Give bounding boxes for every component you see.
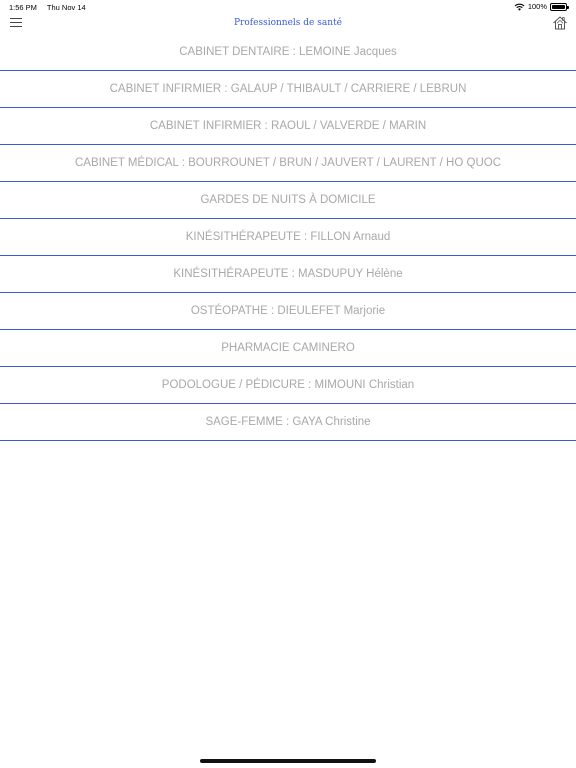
status-left: 1:56 PM Thu Nov 14 xyxy=(9,3,94,12)
list-item[interactable]: SAGE-FEMME : GAYA Christine xyxy=(0,404,576,441)
list-item[interactable]: CABINET MÉDICAL : BOURROUNET / BRUN / JA… xyxy=(0,145,576,182)
list-item[interactable]: PHARMACIE CAMINERO xyxy=(0,330,576,367)
list-item[interactable]: CABINET DENTAIRE : LEMOINE Jacques xyxy=(0,34,576,71)
list-item[interactable]: KINÉSITHÉRAPEUTE : FILLON Arnaud xyxy=(0,219,576,256)
list-item[interactable]: KINÉSITHÉRAPEUTE : MASDUPUY Hélène xyxy=(0,256,576,293)
health-professionals-list: CABINET DENTAIRE : LEMOINE Jacques CABINE… xyxy=(0,34,576,441)
list-item[interactable]: CABINET INFIRMIER : RAOUL / VALVERDE / M… xyxy=(0,108,576,145)
navigation-bar: Professionnels de santé xyxy=(0,14,576,34)
wifi-icon xyxy=(514,3,525,11)
home-icon[interactable] xyxy=(552,15,568,31)
battery-icon xyxy=(550,2,569,11)
list-item[interactable]: CABINET INFIRMIER : GALAUP / THIBAULT / … xyxy=(0,71,576,108)
list-item[interactable]: PODOLOGUE / PÉDICURE : MIMOUNI Christian xyxy=(0,367,576,404)
page-title: Professionnels de santé xyxy=(234,18,342,28)
status-time: 1:56 PM xyxy=(9,3,37,12)
list-item[interactable]: OSTÉOPATHE : DIEULEFET Marjorie xyxy=(0,293,576,330)
home-indicator xyxy=(200,759,376,763)
list-item[interactable]: GARDES DE NUITS À DOMICILE xyxy=(0,182,576,219)
battery-percent: 100% xyxy=(527,2,547,11)
battery-fill xyxy=(552,4,565,9)
status-bar: 1:56 PM Thu Nov 14 100% xyxy=(0,0,576,14)
status-date: Thu Nov 14 xyxy=(46,3,86,12)
status-right: 100% xyxy=(514,2,569,11)
